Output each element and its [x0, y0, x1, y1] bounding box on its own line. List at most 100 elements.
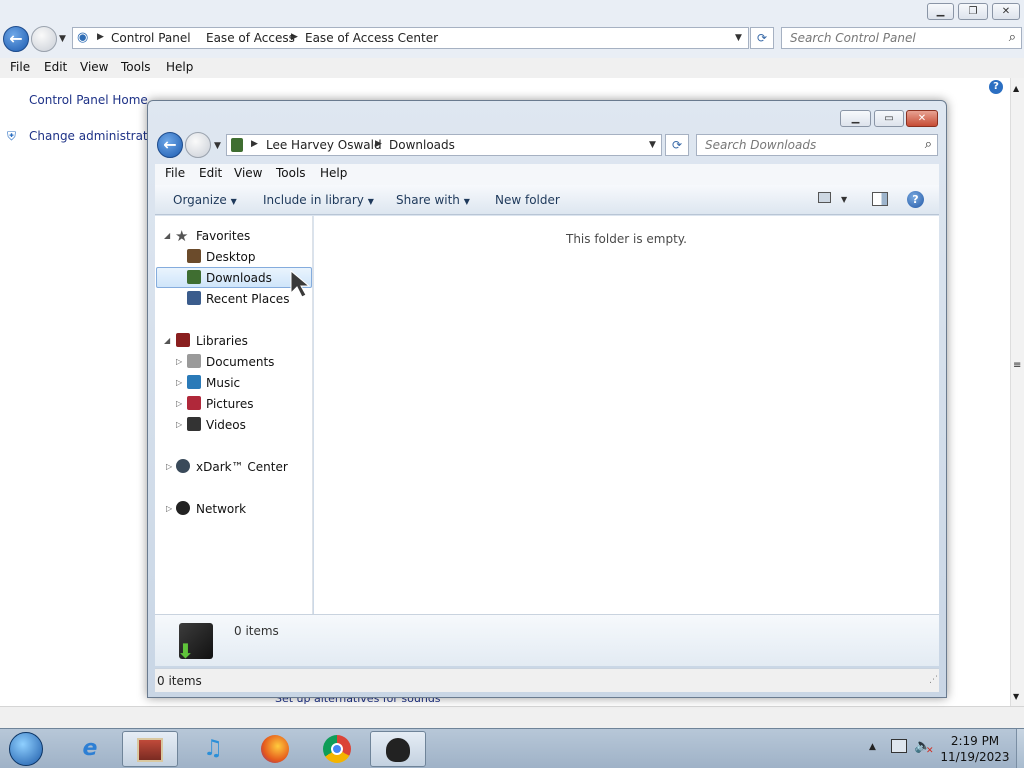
network-icon	[176, 501, 190, 515]
menu-file[interactable]: File	[165, 166, 185, 180]
menu-tools[interactable]: Tools	[121, 60, 151, 74]
expand-icon[interactable]: ▷	[176, 420, 182, 429]
minimize-button[interactable]: ▁	[927, 3, 954, 20]
search-placeholder: Search Downloads	[705, 138, 817, 152]
address-dropdown-icon[interactable]: ▼	[649, 140, 656, 150]
expand-icon[interactable]: ▷	[166, 462, 172, 471]
taskbar-clock[interactable]: 2:19 PM 11/19/2023	[935, 733, 1015, 765]
explorer-details-pane: ⬇ 0 items	[155, 614, 939, 666]
recent-places-icon	[187, 291, 201, 305]
nav-libraries[interactable]: Libraries	[196, 334, 248, 348]
show-desktop-button[interactable]	[1016, 729, 1024, 768]
taskbar-active-app[interactable]	[370, 731, 426, 767]
nav-network[interactable]: Network	[196, 502, 246, 516]
preview-pane-icon[interactable]	[872, 192, 888, 206]
menu-tools[interactable]: Tools	[276, 166, 306, 180]
chevron-down-icon: ▼	[367, 197, 374, 206]
explorer-refresh-button[interactable]: ⟳	[665, 134, 689, 156]
explorer-maximize-button[interactable]: ▭	[874, 110, 904, 127]
share-with-button[interactable]: Share with ▼	[396, 193, 470, 207]
change-view-icon[interactable]	[818, 192, 831, 203]
menu-edit[interactable]: Edit	[199, 166, 222, 180]
nav-downloads[interactable]: Downloads	[206, 271, 272, 285]
forward-button[interactable]	[31, 26, 57, 52]
explorer-forward-button[interactable]	[185, 132, 211, 158]
control-panel-scrollbar[interactable]: ▲ ≡ ▼	[1010, 78, 1024, 708]
scroll-up-icon[interactable]: ▲	[1013, 84, 1019, 93]
scroll-down-icon[interactable]: ▼	[1013, 692, 1019, 701]
taskbar-library-app[interactable]	[122, 731, 178, 767]
network-tray-icon[interactable]	[891, 739, 907, 753]
control-panel-home-link[interactable]: Control Panel Home	[29, 93, 148, 107]
chevron-down-icon[interactable]: ▼	[841, 195, 847, 204]
nav-videos[interactable]: Videos	[206, 418, 246, 432]
breadcrumb-separator-icon: ▶	[375, 139, 382, 149]
nav-desktop[interactable]: Desktop	[206, 250, 256, 264]
nav-music[interactable]: Music	[206, 376, 240, 390]
menu-view[interactable]: View	[234, 166, 262, 180]
breadcrumb-downloads[interactable]: Downloads	[389, 138, 455, 152]
taskbar-itunes[interactable]: ♫	[185, 731, 241, 767]
explorer-recent-dropdown[interactable]: ▼	[214, 141, 221, 151]
videos-icon	[187, 417, 201, 431]
expand-icon[interactable]: ▷	[176, 378, 182, 387]
menu-edit[interactable]: Edit	[44, 60, 67, 74]
resize-grip-icon[interactable]: ⋰	[929, 675, 938, 685]
explorer-back-button[interactable]: ←	[157, 132, 183, 158]
help-icon[interactable]: ?	[989, 80, 1003, 94]
help-icon[interactable]: ?	[907, 191, 924, 208]
explorer-file-list[interactable]: This folder is empty.	[314, 216, 939, 614]
close-button[interactable]: ✕	[992, 3, 1020, 20]
taskbar-firefox[interactable]	[247, 731, 303, 767]
menu-help[interactable]: Help	[320, 166, 347, 180]
new-folder-button[interactable]: New folder	[495, 193, 560, 207]
explorer-close-button[interactable]: ✕	[906, 110, 938, 127]
nav-pictures[interactable]: Pictures	[206, 397, 254, 411]
refresh-button[interactable]: ⟳	[750, 27, 774, 49]
nav-recent-places[interactable]: Recent Places	[206, 292, 289, 306]
expand-icon[interactable]: ▷	[176, 399, 182, 408]
collapse-icon[interactable]: ◢	[164, 336, 170, 345]
control-panel-address-bar[interactable]: ◉ ▶ Control Panel ▶ Ease of Access Ease …	[72, 27, 749, 49]
back-button[interactable]: ←	[3, 26, 29, 52]
menu-file[interactable]: File	[10, 60, 30, 74]
breadcrumb-ease-of-access-center[interactable]: Ease of Access Center	[305, 31, 438, 45]
expand-icon[interactable]: ▷	[176, 357, 182, 366]
windows-orb-icon	[9, 732, 43, 766]
show-hidden-icons-button[interactable]: ▲	[869, 742, 876, 752]
mouse-cursor-icon	[290, 269, 311, 298]
collapse-icon[interactable]: ◢	[164, 231, 170, 240]
explorer-search-input[interactable]: Search Downloads ⌕	[696, 134, 938, 156]
details-item-count: 0 items	[234, 624, 279, 638]
nav-xdark-center[interactable]: xDark™ Center	[196, 460, 288, 474]
share-with-label: Share with	[396, 193, 460, 207]
breadcrumb-user[interactable]: Lee Harvey Oswald	[266, 138, 382, 152]
scroll-thumb-icon[interactable]: ≡	[1013, 360, 1021, 371]
menu-help[interactable]: Help	[166, 60, 193, 74]
nav-favorites[interactable]: Favorites	[196, 229, 250, 243]
explorer-menubar: File Edit View Tools Help	[155, 164, 939, 185]
explorer-address-bar[interactable]: ▶ Lee Harvey Oswald ▶ Downloads ▼	[226, 134, 662, 156]
breadcrumb-control-panel[interactable]: Control Panel	[111, 31, 191, 45]
organize-button[interactable]: Organize ▼	[173, 193, 237, 207]
change-admin-link[interactable]: Change administrative	[29, 129, 165, 143]
search-icon[interactable]: ⌕	[925, 137, 932, 152]
explorer-minimize-button[interactable]: ▁	[840, 110, 871, 127]
nav-documents[interactable]: Documents	[206, 355, 274, 369]
taskbar-chrome[interactable]	[309, 731, 365, 767]
expand-icon[interactable]: ▷	[166, 504, 172, 513]
include-in-library-button[interactable]: Include in library ▼	[263, 193, 374, 207]
address-dropdown-icon[interactable]: ▼	[735, 33, 742, 43]
restore-button[interactable]: ❐	[958, 3, 988, 20]
shield-icon: ⛨	[7, 129, 17, 143]
control-panel-search-input[interactable]: Search Control Panel ⌕	[781, 27, 1022, 49]
search-icon[interactable]: ⌕	[1009, 30, 1016, 45]
start-button[interactable]	[0, 731, 52, 767]
clock-date: 11/19/2023	[940, 750, 1010, 764]
taskbar-internet-explorer[interactable]: e	[62, 731, 118, 767]
recent-pages-dropdown[interactable]: ▼	[59, 34, 66, 44]
menu-view[interactable]: View	[80, 60, 108, 74]
documents-icon	[187, 354, 201, 368]
breadcrumb-ease-of-access[interactable]: Ease of Access	[206, 31, 295, 45]
breadcrumb-separator-icon: ▶	[251, 139, 258, 149]
